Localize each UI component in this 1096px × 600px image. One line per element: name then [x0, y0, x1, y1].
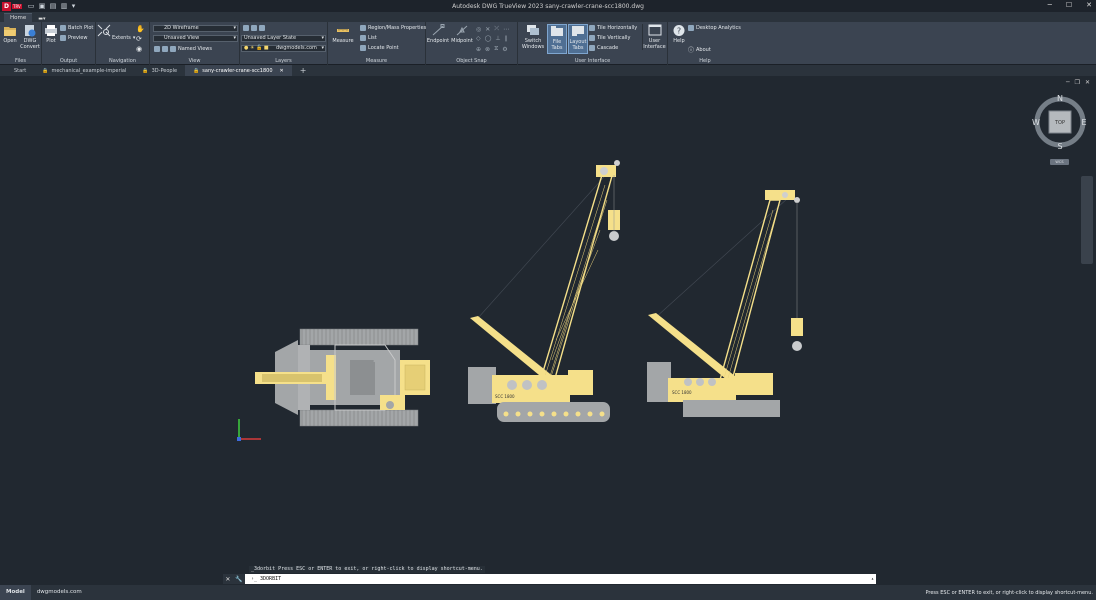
- crane-side-view-left: SCC 1800: [468, 160, 620, 422]
- command-input[interactable]: ›_ 3DORBIT ▴: [245, 574, 876, 584]
- command-line-buttons: ✕ 🔧: [223, 574, 245, 584]
- close-icon[interactable]: ✕: [225, 576, 230, 583]
- crane-side-view-right: SCC 1800: [647, 190, 803, 417]
- command-line: ✕ 🔧 ›_ 3DORBIT ▴: [223, 574, 876, 584]
- wcs-menu[interactable]: WCS: [1050, 159, 1069, 165]
- dwg-trueview-window: D TRV ▭ ▣ ▤ ▥ ▾ Autodesk DWG TrueView 20…: [0, 0, 1096, 600]
- compass-east[interactable]: E: [1081, 118, 1086, 127]
- crane-label-left: SCC 1800: [495, 394, 515, 399]
- crane-drawing[interactable]: SCC 1800 SCC 1800 TOP N S E W: [0, 0, 1096, 600]
- wrench-icon[interactable]: 🔧: [235, 576, 242, 583]
- status-message: Press ESC or ENTER to exit, or right-cli…: [925, 589, 1093, 596]
- crane-label-right: SCC 1800: [672, 390, 692, 395]
- layout-tab-model[interactable]: Model: [0, 585, 31, 600]
- compass-north[interactable]: N: [1057, 94, 1063, 103]
- crane-top-view: [255, 328, 430, 427]
- layout-tab-dwgmodels[interactable]: dwgmodels.com: [31, 585, 88, 600]
- compass-west[interactable]: W: [1032, 118, 1040, 127]
- viewcube[interactable]: TOP N S E W: [1032, 94, 1086, 151]
- command-prompt-icon: ›_: [251, 576, 261, 582]
- command-history: _3dorbit Press ESC or ENTER to exit, or …: [249, 566, 485, 573]
- chevron-up-icon[interactable]: ▴: [871, 574, 874, 584]
- viewcube-face-top[interactable]: TOP: [1054, 120, 1065, 126]
- navigation-bar[interactable]: [1081, 176, 1093, 264]
- status-bar: Model dwgmodels.com Press ESC or ENTER t…: [0, 585, 1096, 600]
- ucs-icon: [237, 419, 261, 441]
- command-current-value: 3DORBIT: [260, 576, 282, 582]
- compass-south[interactable]: S: [1057, 142, 1062, 151]
